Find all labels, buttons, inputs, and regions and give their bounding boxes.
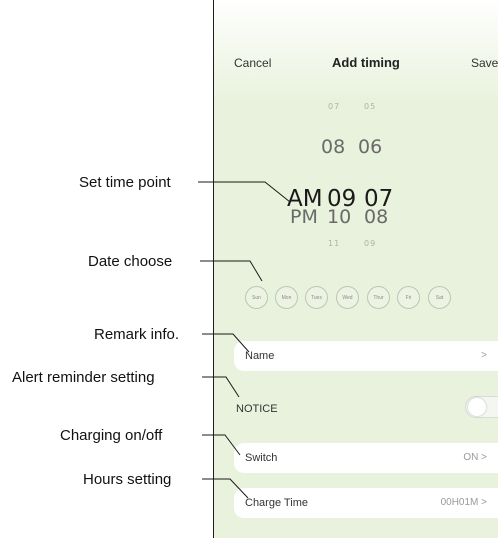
chevron-right-icon: > bbox=[481, 350, 487, 361]
hour-option-prev[interactable]: 08 bbox=[321, 136, 345, 158]
minute-option-next[interactable]: 08 bbox=[364, 206, 388, 228]
charge-time-value: 00H01M > bbox=[440, 497, 487, 508]
switch-row[interactable]: Switch ON > bbox=[234, 443, 498, 473]
ampm-option-pm[interactable]: PM bbox=[290, 206, 318, 228]
day-fri-button[interactable]: Fri bbox=[397, 286, 420, 309]
time-picker[interactable]: 07 05 08 06 AM 09 07 PM 10 08 11 09 bbox=[214, 98, 498, 250]
day-selector: Sun Mon Tues Wed Thur Fri Sat bbox=[245, 286, 498, 310]
page-title: Add timing bbox=[332, 55, 400, 70]
annotation-remark-info: Remark info. bbox=[94, 326, 180, 343]
toggle-knob bbox=[468, 398, 486, 416]
phone-screen: Cancel Add timing Save 07 05 08 06 AM 09… bbox=[213, 0, 498, 538]
hour-option-prev2[interactable]: 07 bbox=[328, 102, 340, 111]
switch-label: Switch bbox=[245, 452, 278, 464]
name-label: Name bbox=[245, 350, 275, 362]
switch-value: ON > bbox=[463, 452, 487, 463]
hour-option-next[interactable]: 10 bbox=[327, 206, 351, 228]
cancel-button[interactable]: Cancel bbox=[234, 56, 271, 70]
hour-option-next2[interactable]: 11 bbox=[328, 239, 340, 248]
minute-option-next2[interactable]: 09 bbox=[364, 239, 376, 248]
charge-time-row[interactable]: Charge Time 00H01M > bbox=[234, 488, 498, 518]
notice-label: NOTICE bbox=[236, 403, 278, 415]
minute-option-prev[interactable]: 06 bbox=[358, 136, 382, 158]
minute-option-prev2[interactable]: 05 bbox=[364, 102, 376, 111]
annotation-charging-onoff: Charging on/off bbox=[60, 427, 163, 444]
day-sun-button[interactable]: Sun bbox=[245, 286, 268, 309]
save-button[interactable]: Save bbox=[471, 56, 498, 70]
day-mon-button[interactable]: Mon bbox=[275, 286, 298, 309]
annotation-set-time-point: Set time point bbox=[79, 174, 171, 191]
day-tue-button[interactable]: Tues bbox=[305, 286, 328, 309]
header-bar: Cancel Add timing Save bbox=[214, 0, 498, 98]
annotation-date-choose: Date choose bbox=[88, 253, 173, 270]
date-choose-area: Sun Mon Tues Wed Thur Fri Sat bbox=[214, 250, 498, 340]
name-row[interactable]: Name > bbox=[234, 341, 498, 371]
day-thu-button[interactable]: Thur bbox=[367, 286, 390, 309]
day-sat-button[interactable]: Sat bbox=[428, 286, 451, 309]
notice-toggle[interactable] bbox=[465, 396, 498, 418]
day-wed-button[interactable]: Wed bbox=[336, 286, 359, 309]
annotation-alert-reminder: Alert reminder setting bbox=[12, 369, 155, 386]
annotation-hours-setting: Hours setting bbox=[83, 471, 172, 488]
charge-time-label: Charge Time bbox=[245, 497, 308, 509]
